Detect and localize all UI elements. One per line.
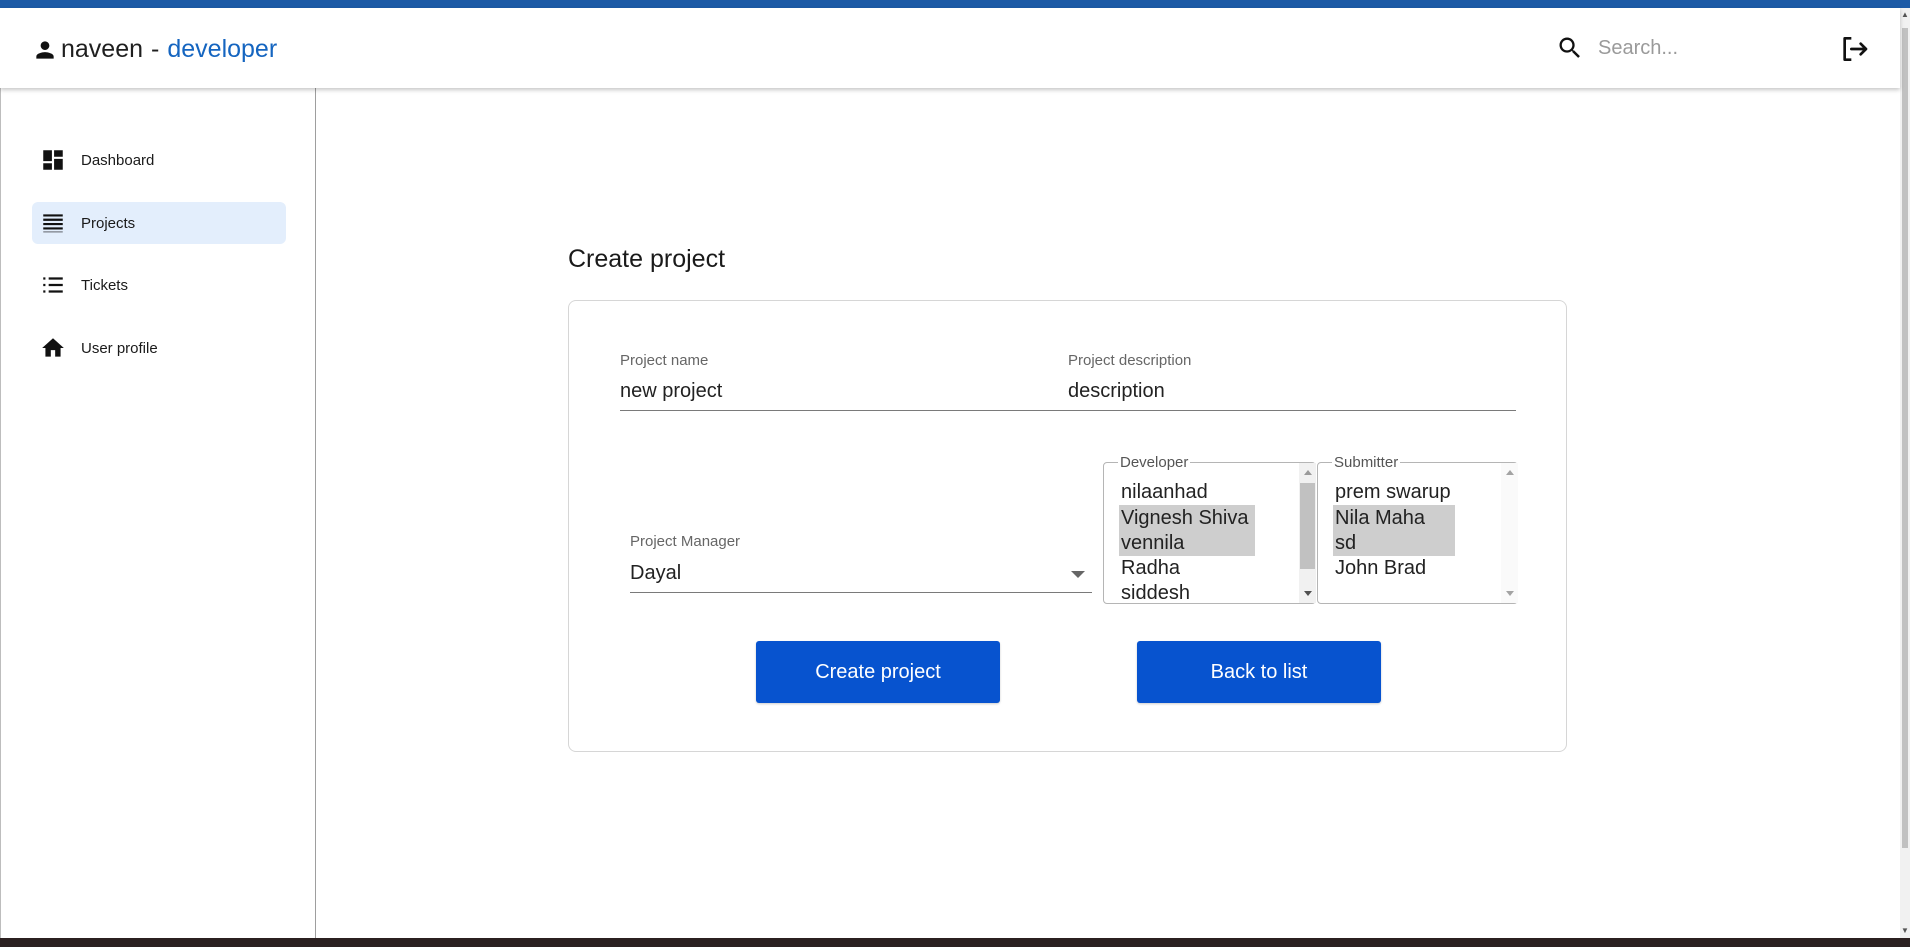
sidebar-item-user-profile[interactable]: User profile	[32, 327, 286, 369]
developer-option[interactable]: vennila	[1119, 530, 1255, 556]
user-role: developer	[167, 35, 278, 63]
page-scrollbar-thumb[interactable]	[1902, 28, 1908, 848]
user-separator: -	[151, 35, 160, 63]
logout-icon[interactable]	[1838, 33, 1870, 65]
project-name-label: Project name	[620, 352, 709, 369]
submitter-multiselect[interactable]: Submitter prem swarup Nila Maha sd John …	[1317, 454, 1518, 604]
create-project-button[interactable]: Create project	[756, 641, 1000, 703]
create-project-form: Project name new project Project descrip…	[568, 300, 1567, 752]
project-name-field[interactable]: new project	[620, 380, 722, 403]
person-icon	[36, 40, 54, 59]
project-description-label: Project description	[1068, 352, 1192, 369]
chevron-down-icon[interactable]	[1071, 571, 1085, 578]
search-input[interactable]	[1596, 35, 1780, 61]
search-icon[interactable]	[1556, 34, 1584, 62]
scroll-up-arrow-icon[interactable]	[1506, 470, 1514, 475]
sidebar-item-label: Projects	[81, 214, 136, 232]
project-description-underline	[1068, 410, 1516, 411]
app-header: naveen - developer	[0, 8, 1900, 88]
list-icon	[43, 214, 63, 233]
scroll-up-arrow-icon[interactable]: ▲	[1901, 10, 1909, 20]
submitter-option[interactable]: Nila Maha	[1333, 505, 1455, 531]
bulleted-list-icon	[43, 277, 63, 293]
developer-option[interactable]: Vignesh Shiva	[1119, 505, 1255, 531]
top-accent-bar	[0, 0, 1910, 8]
submitter-option[interactable]: John Brad	[1333, 555, 1426, 581]
developer-scrollbar-thumb[interactable]	[1300, 483, 1315, 569]
user-badge: naveen - developer	[32, 35, 277, 64]
sidebar-item-tickets[interactable]: Tickets	[32, 264, 286, 306]
developer-option[interactable]: siddesh	[1119, 580, 1190, 606]
scroll-down-arrow-icon[interactable]: ▼	[1901, 926, 1909, 936]
sidebar-item-label: User profile	[81, 339, 158, 357]
project-description-field[interactable]: description	[1068, 380, 1165, 403]
developer-option[interactable]: nilaanhad	[1119, 479, 1208, 505]
sidebar-item-label: Tickets	[81, 276, 128, 294]
submitter-option[interactable]: sd	[1333, 530, 1455, 556]
project-manager-select[interactable]: Dayal	[630, 562, 681, 585]
sidebar-item-label: Dashboard	[81, 151, 155, 169]
project-name-underline	[620, 410, 1068, 411]
home-icon	[42, 338, 64, 357]
project-manager-label: Project Manager	[630, 533, 741, 550]
scroll-down-arrow-icon[interactable]	[1304, 591, 1312, 596]
developer-option[interactable]: Radha	[1119, 555, 1180, 581]
submitter-scrollbar[interactable]	[1501, 463, 1518, 603]
project-manager-underline	[630, 592, 1092, 593]
sidebar-item-projects[interactable]: Projects	[32, 202, 286, 244]
scroll-up-arrow-icon[interactable]	[1304, 470, 1312, 475]
dashboard-icon	[43, 150, 63, 170]
submitter-legend: Submitter	[1332, 454, 1401, 471]
back-to-list-button[interactable]: Back to list	[1137, 641, 1381, 703]
sidebar: Dashboard Projects Tickets User profile	[0, 88, 316, 938]
sidebar-item-dashboard[interactable]: Dashboard	[32, 139, 286, 181]
submitter-option[interactable]: prem swarup	[1333, 479, 1451, 505]
developer-multiselect[interactable]: Developer nilaanhad Vignesh Shiva vennil…	[1103, 454, 1316, 606]
scroll-down-arrow-icon[interactable]	[1506, 591, 1514, 596]
page-title: Create project	[568, 245, 726, 273]
user-name: naveen	[61, 35, 144, 63]
bottom-edge-bar	[0, 938, 1910, 947]
developer-legend: Developer	[1118, 454, 1191, 471]
search-box	[1556, 34, 1780, 62]
